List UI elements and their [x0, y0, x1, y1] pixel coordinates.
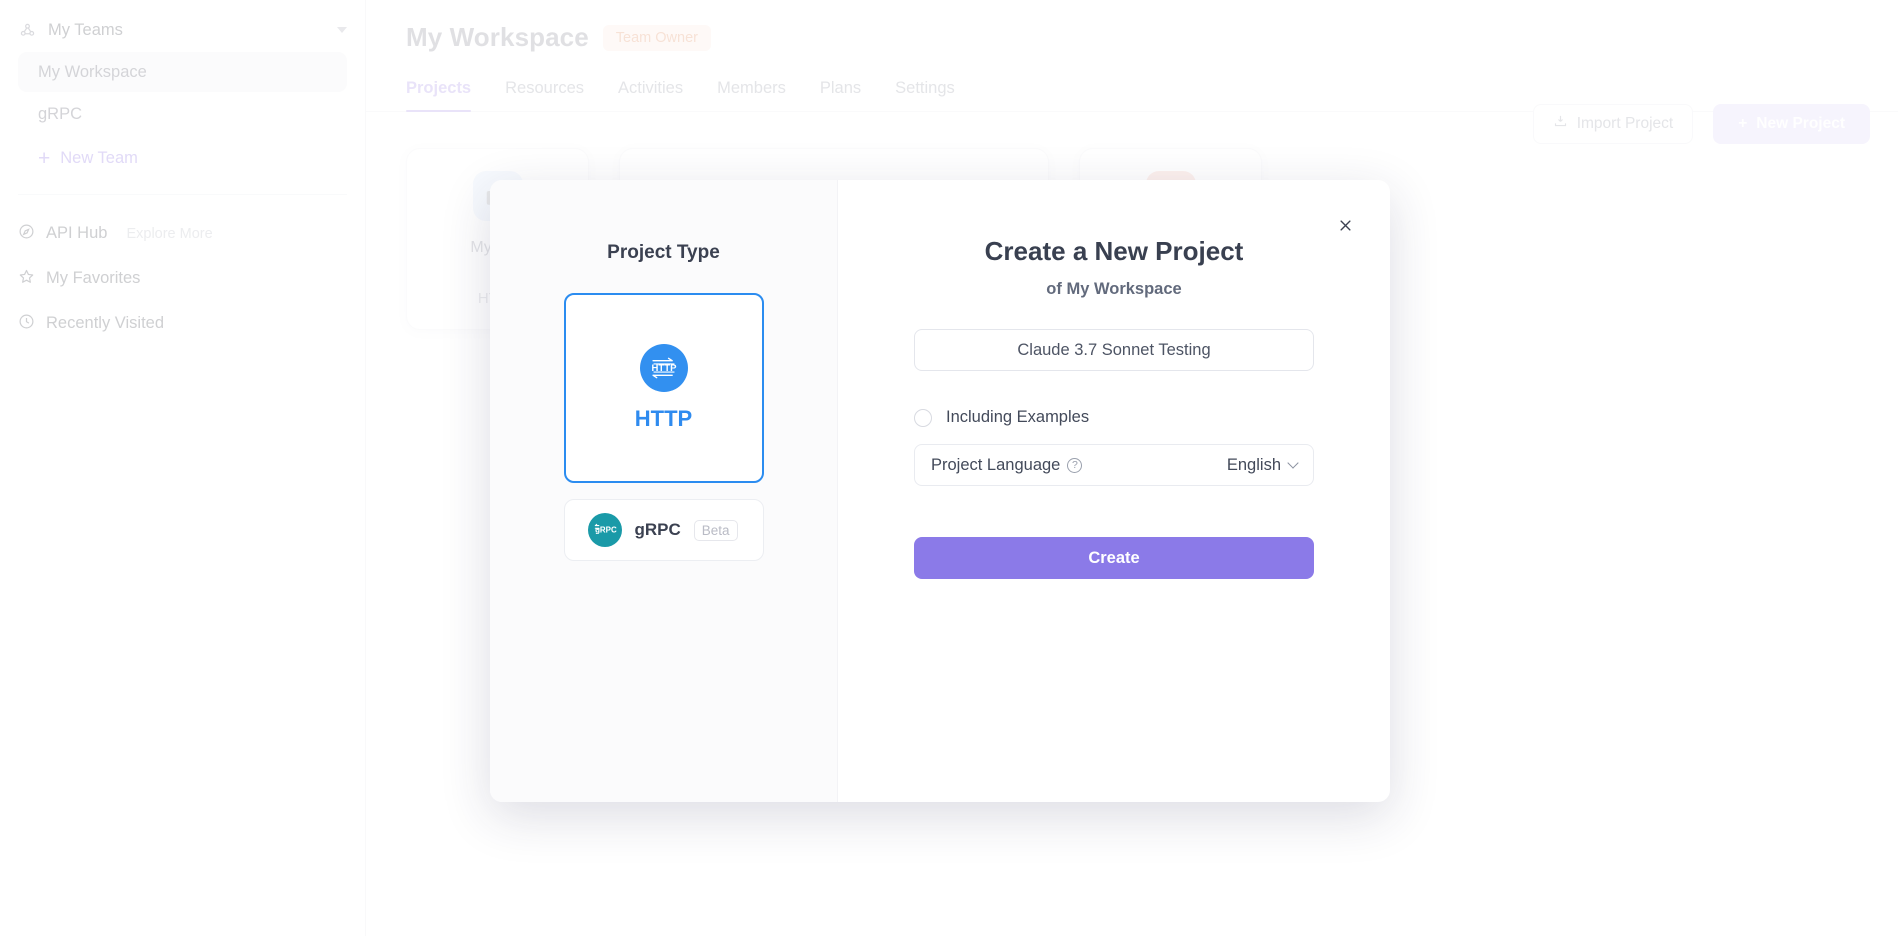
project-language-label: Project Language ?: [931, 455, 1083, 475]
project-type-label: gRPC: [634, 520, 681, 539]
sidebar-item-api-hub[interactable]: API Hub Explore More: [0, 211, 365, 256]
project-type-panel: Project Type HTTP HTTP gRPC gRPC Beta: [490, 180, 838, 802]
header-actions: Import Project + New Project: [1532, 104, 1870, 144]
sidebar-team-grpc[interactable]: gRPC: [18, 94, 347, 134]
project-type-option-grpc[interactable]: gRPC gRPC Beta: [563, 499, 764, 561]
plus-icon: +: [1738, 115, 1748, 132]
compass-icon: [18, 223, 35, 245]
grpc-icon: gRPC: [587, 513, 622, 547]
import-project-button[interactable]: Import Project: [1532, 104, 1694, 144]
chevron-down-icon[interactable]: [337, 27, 347, 33]
import-icon: [1553, 114, 1568, 134]
tab-label: Resources: [505, 79, 584, 97]
beta-badge: Beta: [693, 519, 738, 541]
project-type-label: HTTP: [634, 406, 693, 431]
sidebar-divider: [18, 194, 347, 195]
new-project-label: New Project: [1756, 115, 1845, 132]
project-language-value-group: English: [1226, 455, 1299, 475]
chevron-down-icon[interactable]: [1287, 457, 1299, 469]
including-examples-row[interactable]: Including Examples: [914, 408, 1314, 427]
project-type-heading: Project Type: [607, 242, 720, 263]
sidebar-item-label: Recently Visited: [46, 314, 165, 332]
sidebar-item-label: My Favorites: [46, 269, 141, 287]
page-title: My Workspace: [406, 22, 589, 52]
sidebar-team-label: My Workspace: [38, 62, 147, 81]
project-language-value: English: [1226, 455, 1281, 474]
sidebar-my-teams-label: My Teams: [48, 20, 123, 39]
tab-settings[interactable]: Settings: [895, 79, 955, 111]
tab-label: Settings: [895, 79, 955, 97]
plus-icon: +: [38, 146, 51, 170]
close-icon[interactable]: [1332, 212, 1358, 238]
modal-title: Create a New Project: [984, 236, 1244, 266]
sidebar: My Teams My Workspace gRPC + New Team AP…: [0, 0, 366, 936]
project-language-select[interactable]: Project Language ? English: [914, 444, 1314, 486]
sidebar-new-team-button[interactable]: + New Team: [18, 138, 347, 178]
tab-activities[interactable]: Activities: [618, 79, 683, 111]
create-project-form: Create a New Project of My Workspace Inc…: [838, 180, 1390, 802]
new-project-button[interactable]: + New Project: [1713, 104, 1870, 144]
project-type-option-http[interactable]: HTTP HTTP: [563, 293, 764, 483]
sidebar-new-team-label: New Team: [60, 148, 138, 167]
tab-plans[interactable]: Plans: [820, 79, 861, 111]
tab-label: Plans: [819, 79, 862, 97]
modal-subtitle: of My Workspace: [1046, 280, 1182, 298]
status-badge: Team Owner: [602, 24, 711, 51]
tab-label: Activities: [618, 79, 684, 97]
teams-icon: [18, 21, 37, 40]
project-name-input[interactable]: [914, 329, 1314, 371]
tab-label: Members: [717, 79, 786, 97]
tab-label: Projects: [406, 79, 472, 97]
clock-icon: [18, 313, 35, 335]
sidebar-team-label: gRPC: [38, 104, 83, 123]
tab-projects[interactable]: Projects: [406, 79, 472, 112]
sidebar-item-my-favorites[interactable]: My Favorites: [0, 256, 365, 301]
svg-text:gRPC: gRPC: [595, 526, 617, 535]
tab-members[interactable]: Members: [717, 79, 786, 111]
tab-resources[interactable]: Resources: [505, 79, 584, 111]
sidebar-item-sublabel: Explore More: [126, 225, 213, 242]
create-project-modal: Project Type HTTP HTTP gRPC gRPC Beta Cr…: [490, 180, 1390, 802]
workspace-header: My Workspace Team Owner: [366, 0, 1898, 53]
sidebar-item-label: API Hub: [46, 224, 108, 242]
project-language-text: Project Language: [931, 455, 1061, 474]
sidebar-item-recently-visited[interactable]: Recently Visited: [0, 301, 365, 346]
help-icon[interactable]: ?: [1067, 457, 1083, 473]
sidebar-team-my-workspace[interactable]: My Workspace: [18, 52, 347, 92]
import-project-label: Import Project: [1576, 115, 1674, 132]
including-examples-label: Including Examples: [946, 408, 1090, 426]
app-root: My Teams My Workspace gRPC + New Team AP…: [0, 0, 1898, 936]
including-examples-checkbox[interactable]: [914, 408, 932, 427]
http-icon: HTTP: [639, 344, 688, 392]
sidebar-my-teams[interactable]: My Teams: [0, 10, 365, 50]
create-button[interactable]: Create: [914, 537, 1314, 579]
star-icon: [18, 268, 35, 290]
